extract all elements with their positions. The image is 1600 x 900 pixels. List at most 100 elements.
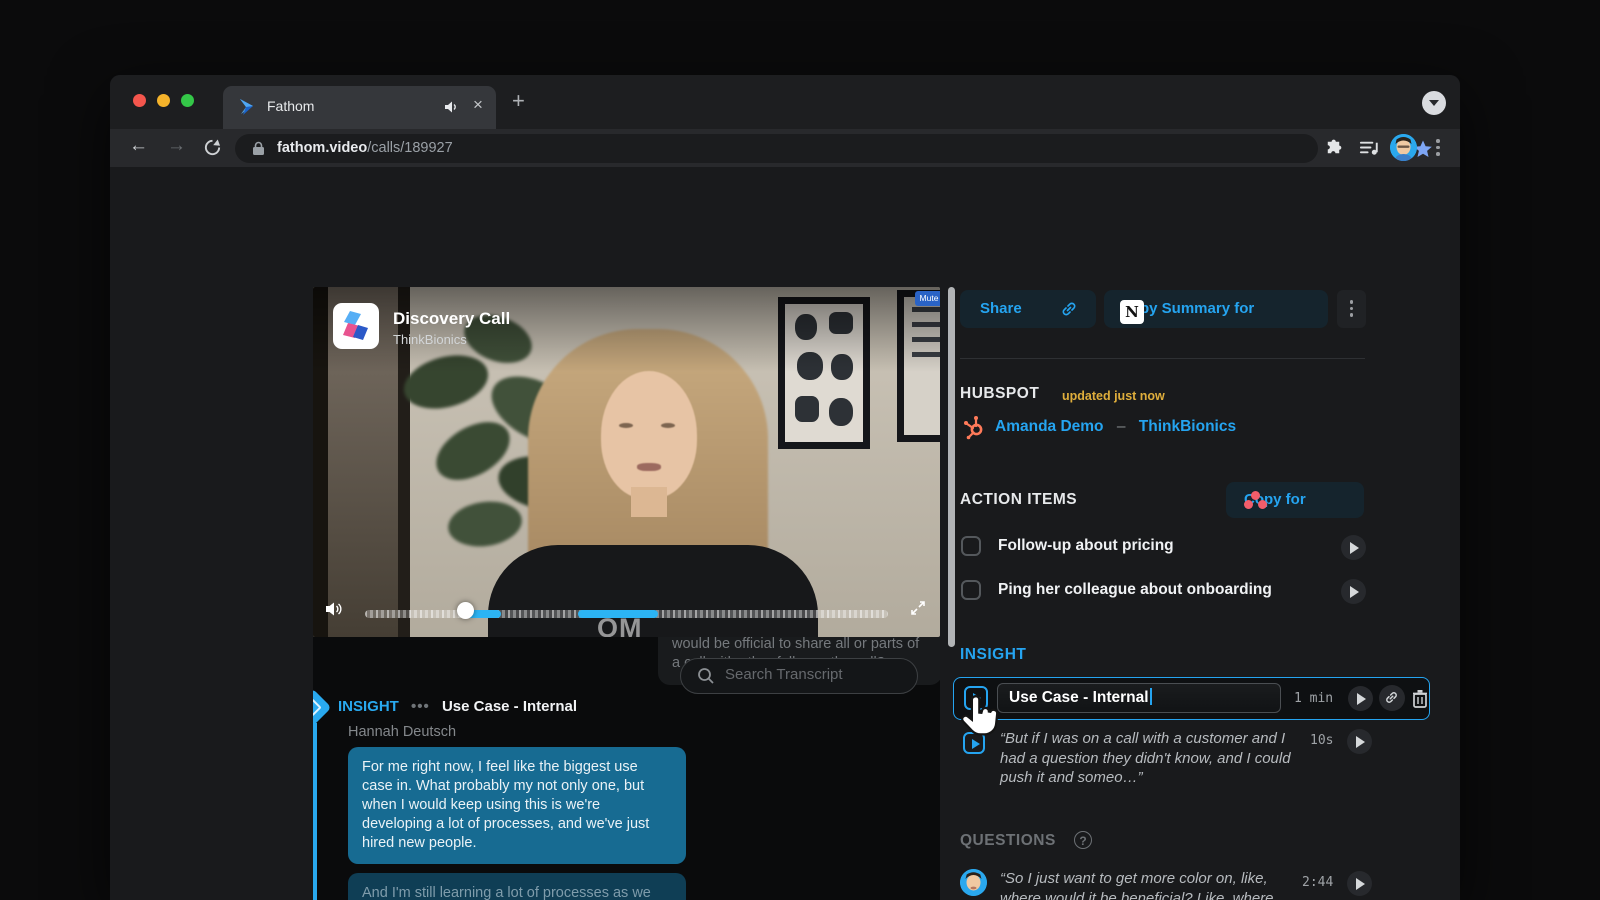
new-tab-button[interactable]: +: [512, 88, 525, 114]
insight-quote: “But if I was on a call with a customer …: [1000, 729, 1296, 788]
hubspot-company-link[interactable]: ThinkBionics: [1139, 418, 1236, 435]
insight-options-icon[interactable]: •••: [411, 698, 430, 715]
reload-button[interactable]: [203, 138, 222, 157]
tab-audio-icon[interactable]: [443, 99, 459, 115]
url-path: /calls/189927: [367, 140, 452, 156]
play-question-button[interactable]: [1347, 871, 1372, 896]
action-items-section-title: ACTION ITEMS: [960, 491, 1077, 509]
lock-icon: [252, 141, 265, 156]
question-timestamp: 2:44: [1302, 875, 1333, 890]
share-label: Share: [980, 300, 1022, 317]
play-action-item-button[interactable]: [1341, 535, 1366, 560]
browser-tabstrip: Fathom × +: [110, 75, 1460, 129]
insight-range-line: [313, 723, 317, 900]
video-scene-person-neck: [631, 487, 667, 517]
play-insight-quote-button[interactable]: [1347, 729, 1372, 754]
question-quote: “So I just want to get more color on, li…: [1000, 869, 1302, 900]
url-host: fathom.video: [277, 140, 367, 156]
share-button[interactable]: Share: [960, 290, 1096, 328]
transcript-bubble[interactable]: And I'm still learning a lot of processe…: [348, 873, 686, 900]
fathom-logo-icon: [333, 303, 379, 349]
hubspot-contact-link[interactable]: Amanda Demo: [995, 418, 1104, 435]
asana-icon: [1244, 491, 1268, 509]
extensions-icon[interactable]: [1323, 137, 1344, 158]
speaker-name: Hannah Deutsch: [348, 724, 456, 740]
action-item-label: Ping her colleague about onboarding: [998, 581, 1272, 599]
hand-cursor: [956, 691, 1006, 745]
window-zoom-button[interactable]: [181, 94, 194, 107]
hubspot-section-title: HUBSPOT: [960, 385, 1039, 403]
tab-close-icon[interactable]: ×: [473, 95, 483, 115]
questions-section-title: QUESTIONS: [960, 832, 1056, 850]
insight-quote-duration: 10s: [1310, 733, 1333, 748]
copy-summary-button[interactable]: Copy Summary for N: [1104, 290, 1328, 328]
action-item-row: Ping her colleague about onboarding: [960, 579, 1365, 605]
more-options-button[interactable]: [1337, 290, 1366, 328]
play-action-item-button[interactable]: [1341, 579, 1366, 604]
copy-for-asana-button[interactable]: Copy for: [1226, 482, 1364, 518]
search-icon: [697, 667, 715, 685]
play-insight-button[interactable]: [1348, 686, 1373, 711]
video-scene-plant: [445, 497, 524, 551]
fathom-favicon-icon: [237, 97, 257, 117]
insight-title: Use Case - Internal: [442, 698, 577, 715]
video-title: Discovery Call: [393, 309, 510, 329]
browser-chevron-button[interactable]: [1422, 91, 1446, 115]
insight-name-input[interactable]: Use Case - Internal: [997, 683, 1281, 713]
action-item-checkbox[interactable]: [961, 580, 981, 600]
mute-button[interactable]: Mute: [915, 291, 940, 306]
video-playhead[interactable]: [457, 602, 474, 619]
fullscreen-icon[interactable]: [910, 600, 926, 616]
questions-help-icon[interactable]: ?: [1074, 831, 1092, 849]
window-minimize-button[interactable]: [157, 94, 170, 107]
share-link-icon: [1060, 300, 1078, 318]
tab-title: Fathom: [267, 98, 314, 114]
transcript-search[interactable]: [680, 658, 918, 694]
fathom-logo-badge: [333, 303, 379, 349]
insight-diamond-icon[interactable]: [313, 688, 332, 726]
action-item-label: Follow-up about pricing: [998, 537, 1174, 555]
volume-icon[interactable]: [325, 601, 343, 617]
video-scene-person-body: [488, 545, 818, 637]
video-highlight-segment: [578, 610, 658, 618]
delete-insight-icon[interactable]: [1412, 689, 1428, 708]
browser-profile-avatar[interactable]: [1390, 134, 1417, 161]
video-scene-person-face: [601, 371, 697, 499]
insight-edit-row[interactable]: Use Case - Internal 1 min: [953, 677, 1430, 720]
address-bar[interactable]: fathom.video/calls/189927: [235, 134, 1318, 163]
sidebar-divider: [960, 358, 1365, 359]
video-subtitle: ThinkBionics: [393, 332, 467, 347]
media-playlist-icon[interactable]: [1358, 137, 1381, 158]
action-item-checkbox[interactable]: [961, 536, 981, 556]
fathom-app-content: OM Discovery Call ThinkBionics Mute: [110, 167, 1460, 900]
browser-menu-icon[interactable]: [1436, 139, 1440, 159]
insight-section-title: INSIGHT: [960, 646, 1026, 664]
action-item-row: Follow-up about pricing: [960, 535, 1365, 561]
link-icon: [1384, 690, 1399, 705]
forward-button[interactable]: →: [167, 135, 186, 157]
transcript-insight-row[interactable]: INSIGHT ••• Use Case - Internal: [338, 698, 577, 715]
video-player[interactable]: OM Discovery Call ThinkBionics Mute: [313, 287, 940, 637]
question-speaker-avatar: [960, 869, 987, 896]
hubspot-contact-row: Amanda Demo – ThinkBionics: [995, 418, 1236, 436]
window-close-button[interactable]: [133, 94, 146, 107]
avatar-face-icon: [960, 869, 987, 896]
video-top-gradient: [313, 287, 940, 372]
search-transcript-input[interactable]: [725, 666, 905, 683]
browser-tab-fathom[interactable]: Fathom ×: [223, 86, 496, 129]
text-caret: [1150, 688, 1152, 705]
insight-name-value: Use Case - Internal: [1009, 689, 1149, 706]
notion-icon: N: [1120, 300, 1144, 324]
contact-separator: –: [1117, 418, 1126, 435]
desktop-background: Fathom × + ← →: [0, 0, 1600, 900]
browser-window: Fathom × + ← →: [110, 75, 1460, 900]
insight-label: INSIGHT: [338, 698, 399, 715]
insight-duration: 1 min: [1294, 691, 1333, 706]
avatar-face-icon: [1390, 134, 1417, 161]
browser-toolbar: ← → fathom.video/calls/189927: [110, 129, 1460, 167]
hubspot-icon: [961, 414, 987, 440]
back-button[interactable]: ←: [129, 135, 148, 157]
transcript-bubble[interactable]: For me right now, I feel like the bigges…: [348, 747, 686, 864]
copy-insight-link-button[interactable]: [1379, 685, 1405, 711]
page-scrollbar-thumb[interactable]: [948, 287, 955, 647]
